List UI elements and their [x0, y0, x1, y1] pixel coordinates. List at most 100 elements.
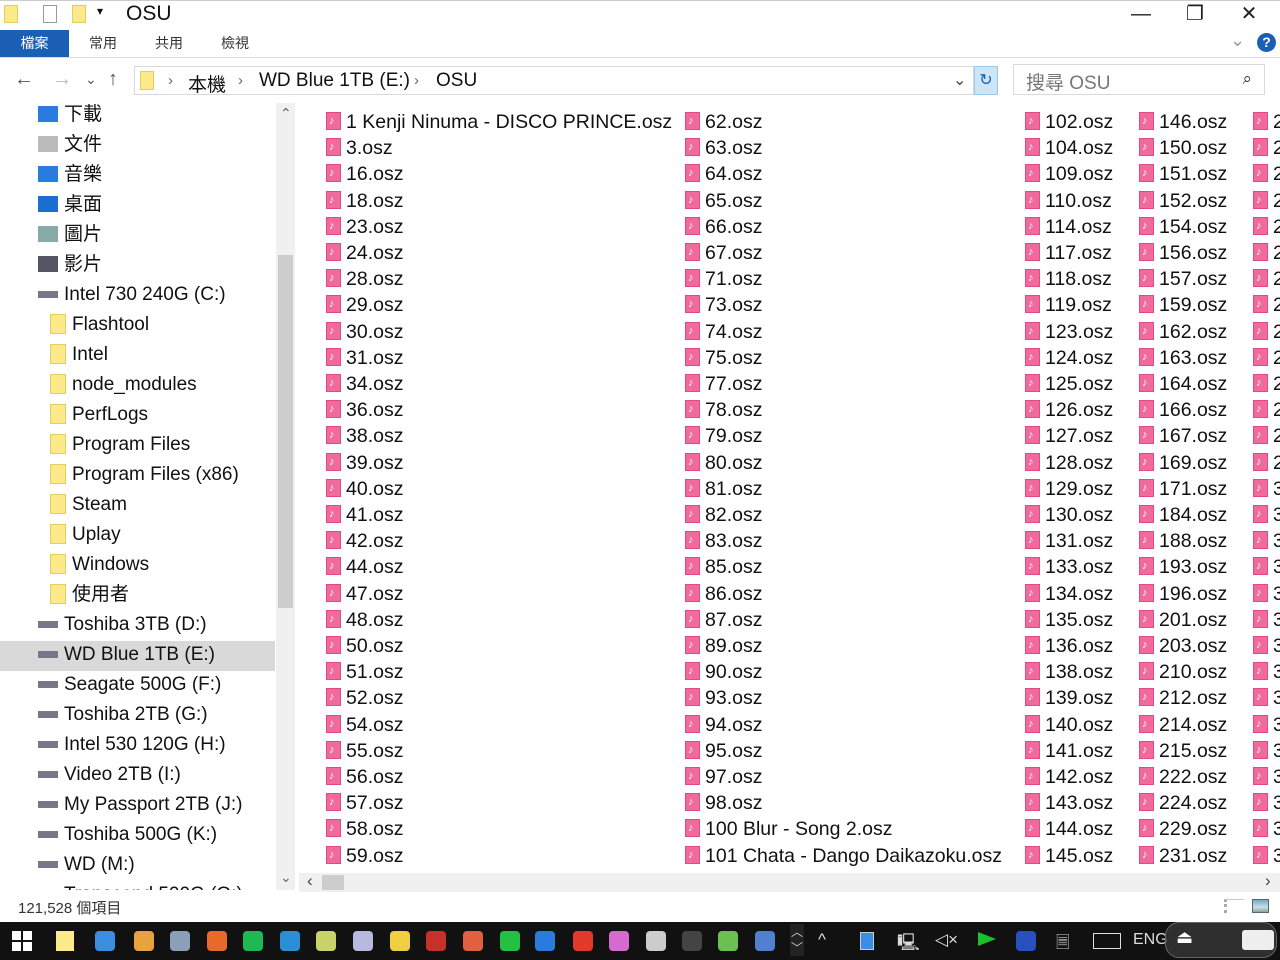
address-dropdown-icon[interactable]: ⌄	[953, 70, 966, 90]
snail-app-icon[interactable]	[463, 931, 483, 951]
file-item[interactable]: 100 Blur - Song 2.osz	[685, 816, 893, 841]
file-item[interactable]: 39.osz	[326, 450, 403, 475]
file-item[interactable]: 93.osz	[685, 685, 762, 710]
file-item[interactable]: 171.osz	[1139, 476, 1227, 501]
file-item[interactable]: 141.osz	[1025, 738, 1113, 763]
file-item[interactable]: 95.osz	[685, 738, 762, 763]
file-item[interactable]: 31.osz	[326, 345, 403, 370]
taskbar-scroll-icon[interactable]: ︿ ﹀	[790, 924, 804, 956]
file-item[interactable]: 2	[1253, 109, 1280, 134]
file-item[interactable]: 3	[1253, 764, 1280, 789]
horizontal-scrollbar[interactable]: ‹ ›	[299, 871, 1280, 892]
breadcrumb-separator[interactable]: ›	[414, 72, 419, 89]
nav-item[interactable]: 文件	[0, 131, 275, 161]
search-icon[interactable]: ⌕	[1242, 69, 1252, 89]
file-item[interactable]: 85.osz	[685, 554, 762, 579]
media-player-icon[interactable]	[535, 931, 555, 951]
file-item[interactable]: 82.osz	[685, 502, 762, 527]
editor-icon[interactable]	[353, 931, 373, 951]
tab-home[interactable]: 常用	[76, 30, 130, 57]
file-item[interactable]: 47.osz	[326, 581, 403, 606]
nav-item[interactable]: Program Files	[0, 431, 275, 461]
file-item[interactable]: 78.osz	[685, 397, 762, 422]
file-item[interactable]: 67.osz	[685, 240, 762, 265]
nav-item[interactable]: Flashtool	[0, 311, 275, 341]
file-item[interactable]: 159.osz	[1139, 292, 1227, 317]
file-item[interactable]: 3	[1253, 476, 1280, 501]
file-item[interactable]: 167.osz	[1139, 423, 1227, 448]
file-item[interactable]: 119.osz	[1025, 292, 1112, 317]
breadcrumb-separator[interactable]: ›	[168, 72, 173, 89]
ribbon-expand-icon[interactable]: ⌄	[1230, 30, 1245, 51]
start-button[interactable]	[12, 931, 32, 951]
file-item[interactable]: 52.osz	[326, 685, 403, 710]
file-item[interactable]: 144.osz	[1025, 816, 1113, 841]
file-item[interactable]: 28.osz	[326, 266, 403, 291]
file-item[interactable]: 2	[1253, 345, 1280, 370]
nav-item[interactable]: 圖片	[0, 221, 275, 251]
file-item[interactable]: 114.osz	[1025, 214, 1112, 239]
file-item[interactable]: 145.osz	[1025, 843, 1113, 868]
file-item[interactable]: 142.osz	[1025, 764, 1113, 789]
file-item[interactable]: 102.osz	[1025, 109, 1113, 134]
file-item[interactable]: 134.osz	[1025, 581, 1113, 606]
file-item[interactable]: 104.osz	[1025, 135, 1113, 160]
file-item[interactable]: 2	[1253, 135, 1280, 160]
file-item[interactable]: 44.osz	[326, 554, 403, 579]
minimize-button[interactable]: —	[1114, 1, 1168, 29]
file-item[interactable]: 59.osz	[326, 843, 403, 868]
file-item[interactable]: 3	[1253, 554, 1280, 579]
file-item[interactable]: 125.osz	[1025, 371, 1113, 396]
nav-item[interactable]: 影片	[0, 251, 275, 281]
file-item[interactable]: 41.osz	[326, 502, 403, 527]
file-item[interactable]: 2	[1253, 423, 1280, 448]
filezilla-icon[interactable]	[426, 931, 446, 951]
search-input[interactable]: 搜尋 OSU ⌕	[1013, 64, 1265, 95]
file-item[interactable]: 3	[1253, 738, 1280, 763]
file-item[interactable]: 56.osz	[326, 764, 403, 789]
large-icons-view-icon[interactable]	[1252, 899, 1269, 913]
file-item[interactable]: 215.osz	[1139, 738, 1227, 763]
file-item[interactable]: 38.osz	[326, 423, 403, 448]
file-item[interactable]: 3	[1253, 816, 1280, 841]
file-item[interactable]: 2	[1253, 397, 1280, 422]
nav-item[interactable]: Transcend 500G (O:)	[0, 881, 275, 890]
battery-icon[interactable]	[860, 932, 874, 950]
file-item[interactable]: 2	[1253, 188, 1280, 213]
file-item[interactable]: 169.osz	[1139, 450, 1227, 475]
file-item[interactable]: 30.osz	[326, 319, 403, 344]
file-item[interactable]: 42.osz	[326, 528, 403, 553]
file-item[interactable]: 75.osz	[685, 345, 762, 370]
file-item[interactable]: 143.osz	[1025, 790, 1113, 815]
address-bar[interactable]: › 本機 › WD Blue 1TB (E:) › OSU ⌄	[134, 66, 974, 96]
file-item[interactable]: 3.osz	[326, 135, 393, 160]
file-item[interactable]: 210.osz	[1139, 659, 1227, 684]
show-hidden-icons[interactable]: ^	[818, 930, 826, 950]
touch-keyboard-icon[interactable]	[1093, 933, 1121, 949]
notepad-icon[interactable]	[316, 931, 336, 951]
file-item[interactable]: 2	[1253, 161, 1280, 186]
file-item[interactable]: 3	[1253, 528, 1280, 553]
file-item[interactable]: 101 Chata - Dango Daikazoku.osz	[685, 843, 1002, 868]
network-icon[interactable]: 🖳	[897, 930, 920, 959]
file-item[interactable]: 3	[1253, 685, 1280, 710]
file-item[interactable]: 152.osz	[1139, 188, 1227, 213]
breadcrumb-separator[interactable]: ›	[238, 72, 243, 89]
file-item[interactable]: 135.osz	[1025, 607, 1113, 632]
telegram-icon[interactable]	[280, 931, 300, 951]
app-tray-icon[interactable]	[1016, 931, 1036, 951]
nav-item[interactable]: 使用者	[0, 581, 275, 611]
file-item[interactable]: 166.osz	[1139, 397, 1227, 422]
file-item[interactable]: 157.osz	[1139, 266, 1227, 291]
nav-item[interactable]: Video 2TB (I:)	[0, 761, 275, 791]
file-item[interactable]: 2	[1253, 371, 1280, 396]
file-item[interactable]: 77.osz	[685, 371, 762, 396]
internet-explorer-icon[interactable]	[95, 931, 115, 951]
file-item[interactable]: 73.osz	[685, 292, 762, 317]
nav-item[interactable]: Toshiba 3TB (D:)	[0, 611, 275, 641]
tab-view[interactable]: 檢視	[208, 30, 262, 57]
up-button[interactable]: ↑	[108, 68, 118, 91]
file-item[interactable]: 214.osz	[1139, 712, 1227, 737]
file-item[interactable]: 110.osz	[1025, 188, 1112, 213]
file-item[interactable]: 3	[1253, 790, 1280, 815]
